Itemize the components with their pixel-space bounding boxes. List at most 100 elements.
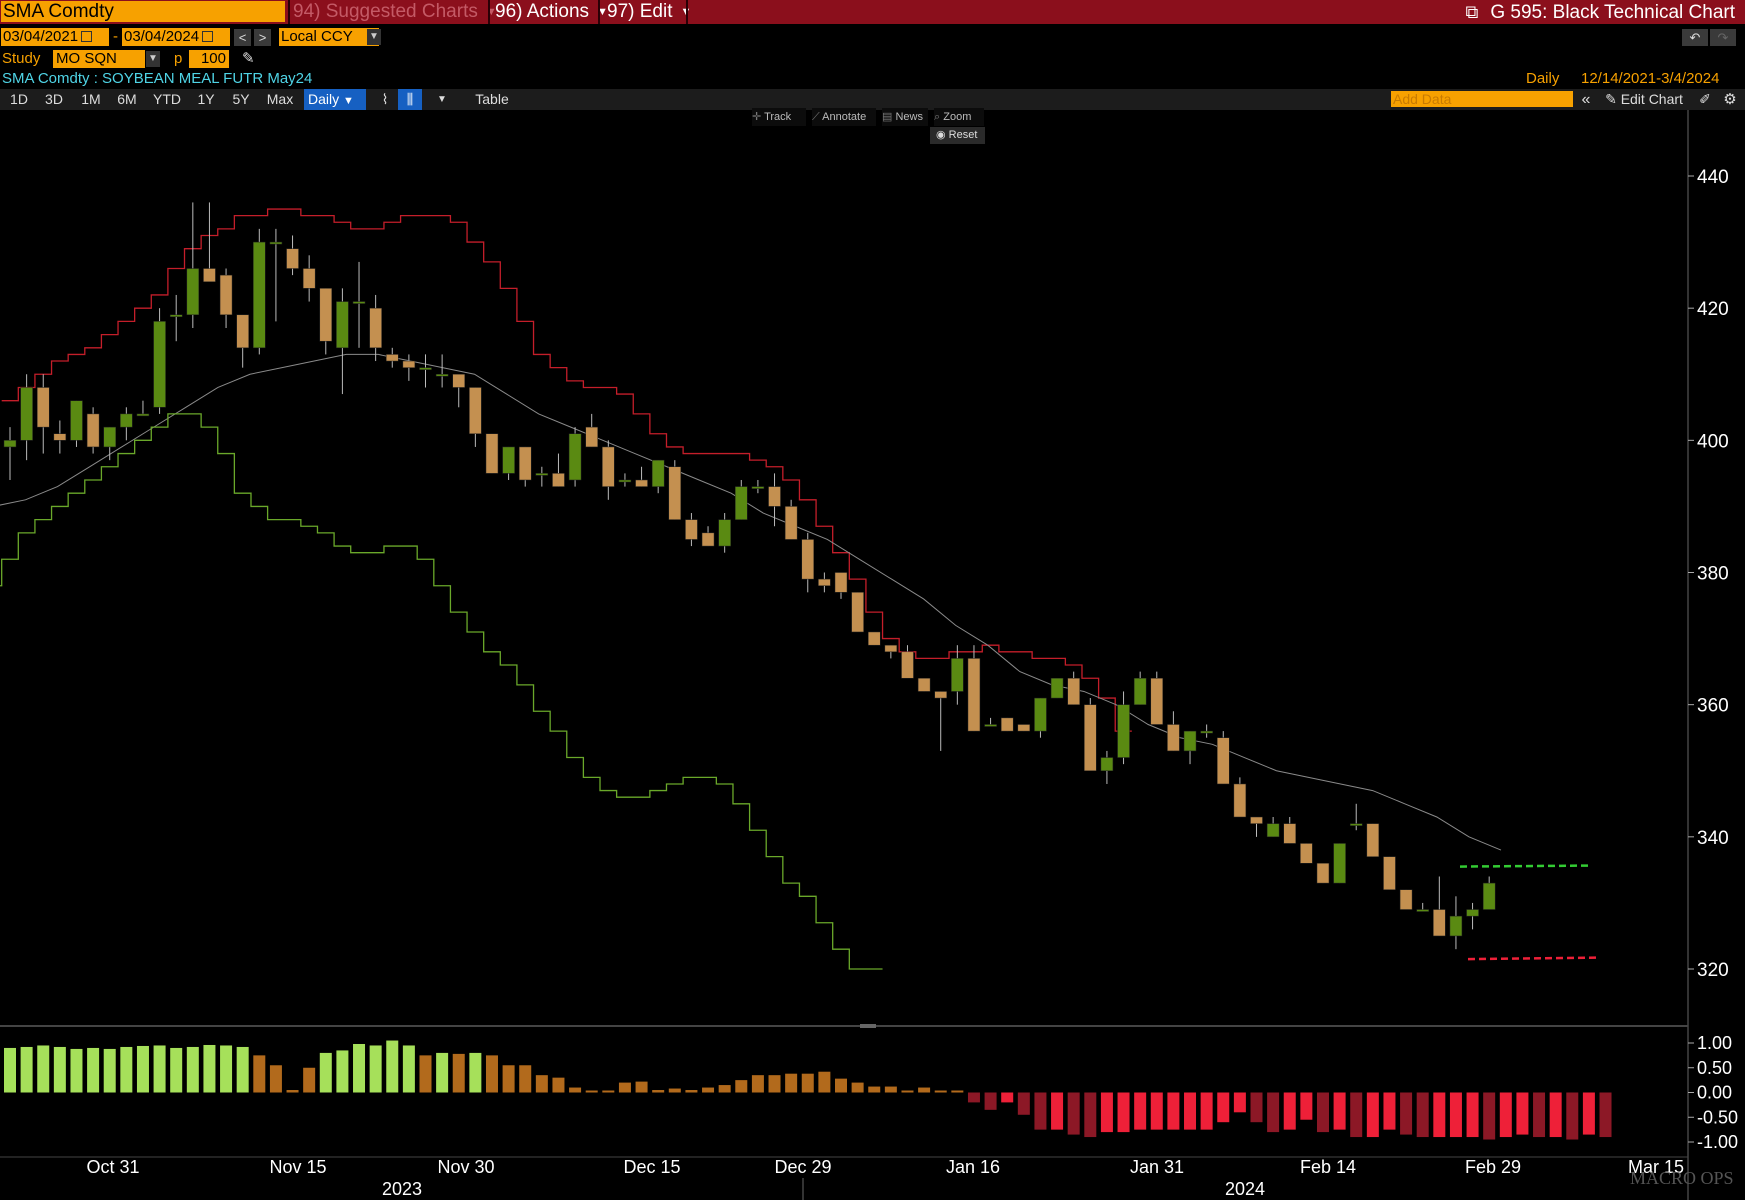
edit-icon[interactable]: ✐ — [1696, 89, 1714, 110]
line-chart-icon[interactable]: ⌇ — [374, 89, 396, 110]
oscillator-bar — [20, 1046, 33, 1093]
candle — [1217, 731, 1230, 785]
oscillator-bar — [1051, 1092, 1064, 1130]
period-dropdown[interactable]: Daily ▼ — [304, 89, 366, 110]
oscillator-bar — [1100, 1092, 1113, 1133]
candle-body — [336, 301, 349, 349]
chevron-down-icon[interactable]: ▼ — [146, 51, 160, 67]
candle-body — [1366, 823, 1380, 857]
currency-select[interactable]: Local CCY — [279, 28, 379, 46]
time-tick-label: Feb 29 — [1465, 1157, 1521, 1177]
oscillator-bar — [336, 1050, 349, 1093]
popout-icon[interactable]: ⧉ — [1465, 0, 1478, 24]
tab-1m[interactable]: 1M — [74, 89, 108, 110]
candle — [668, 460, 682, 520]
oscillator-bar — [1267, 1092, 1280, 1133]
tab-1y[interactable]: 1Y — [191, 89, 221, 110]
redo-button[interactable]: ↷ — [1710, 29, 1736, 46]
oscillator-bar — [1516, 1092, 1529, 1135]
candle-body — [136, 413, 150, 417]
start-date-input[interactable]: 03/04/2021 — [1, 28, 109, 46]
tab-5y[interactable]: 5Y — [226, 89, 256, 110]
candle — [867, 631, 881, 646]
divider — [288, 0, 290, 24]
oscillator-bar — [718, 1085, 731, 1093]
candle — [1433, 876, 1446, 937]
candle — [186, 202, 200, 328]
candle — [768, 473, 781, 527]
candle-body — [1300, 843, 1313, 864]
oscillator-bar — [1017, 1092, 1030, 1115]
chevron-down-icon[interactable]: ▼ — [367, 29, 381, 45]
time-tick-label: Nov 30 — [437, 1157, 494, 1177]
end-date-input[interactable]: 03/04/2024 — [122, 28, 230, 46]
candle-body — [369, 307, 382, 349]
add-data-input[interactable]: Add Data — [1391, 91, 1573, 107]
candle-body — [1133, 677, 1147, 705]
candle-body — [419, 367, 432, 370]
study-select[interactable]: MO SQN — [53, 50, 145, 68]
candle-body — [951, 658, 964, 692]
candle — [3, 427, 17, 480]
tab-3d[interactable]: 3D — [39, 89, 69, 110]
period-dropdown-label: Daily — [308, 91, 340, 107]
calendar-icon[interactable] — [202, 31, 214, 42]
candle — [302, 255, 316, 302]
candle-body — [469, 387, 482, 434]
undo-button[interactable]: ↶ — [1682, 29, 1708, 46]
table-button[interactable]: Table — [466, 89, 518, 110]
candle — [585, 413, 598, 448]
candle — [1167, 711, 1180, 752]
candle — [1283, 817, 1296, 844]
oscillator-bar — [1034, 1092, 1047, 1130]
candle — [469, 387, 482, 447]
candle-body — [236, 314, 249, 349]
pencil-icon[interactable]: ✎ — [242, 50, 255, 68]
p-input[interactable]: 100 — [189, 50, 229, 68]
candle — [1000, 717, 1014, 732]
candle — [1383, 856, 1396, 890]
time-axis: Oct 31 Nov 15 Nov 30 Dec 15 Dec 29 Jan 16 Jan … — [0, 1156, 1688, 1200]
time-tick-label: Jan 31 — [1130, 1157, 1184, 1177]
ticker-input[interactable]: SMA Comdty — [1, 1, 285, 22]
candle — [1416, 902, 1429, 912]
oscillator-bar — [984, 1092, 997, 1110]
actions-menu[interactable]: 96) Actions ▼ — [495, 0, 608, 24]
gear-icon[interactable]: ⚙ — [1720, 89, 1740, 110]
price-chart[interactable]: 320 340 360 380 400 420 440 1.00 0.50 0.00 -0.50 -… — [0, 110, 1745, 1200]
candle-body — [967, 658, 981, 732]
oscillator-bar — [618, 1082, 631, 1093]
divider — [488, 0, 490, 24]
candle-body — [1333, 843, 1346, 884]
tab-max[interactable]: Max — [263, 89, 297, 110]
oscillator-tick-label: -1.00 — [1697, 1132, 1738, 1152]
oscillator-bar — [1566, 1092, 1579, 1140]
tab-1d[interactable]: 1D — [4, 89, 34, 110]
tab-6m[interactable]: 6M — [111, 89, 143, 110]
oscillator-bar — [1499, 1092, 1512, 1138]
oscillator-bar — [785, 1073, 798, 1093]
candle — [1117, 691, 1130, 765]
candle — [286, 235, 299, 276]
candle — [219, 268, 233, 328]
candle — [1017, 724, 1031, 732]
candle — [485, 433, 499, 474]
actions-label: Actions — [526, 1, 590, 23]
oscillator-bar — [1316, 1092, 1329, 1133]
oscillator-bar — [602, 1090, 615, 1093]
collapse-left-icon[interactable]: « — [1578, 89, 1594, 110]
chevron-down-icon[interactable]: ▼ — [432, 89, 452, 110]
candle-body — [585, 426, 598, 448]
suggested-charts-menu[interactable]: 94) Suggested Charts ▼ — [293, 0, 497, 24]
calendar-icon[interactable] — [81, 31, 93, 42]
candle-body — [1200, 730, 1213, 734]
oscillator-bar — [1333, 1092, 1346, 1130]
candle-body — [1167, 724, 1180, 752]
next-period-button[interactable]: > — [254, 29, 271, 46]
tab-ytd[interactable]: YTD — [148, 89, 186, 110]
oscillator-bar — [369, 1045, 382, 1093]
candlestick-icon[interactable]: ⫼ — [398, 89, 422, 110]
previous-period-button[interactable]: < — [234, 29, 251, 46]
edit-menu[interactable]: 97) Edit▼ — [607, 0, 691, 24]
edit-chart-button[interactable]: ✎ Edit Chart — [1600, 89, 1688, 110]
